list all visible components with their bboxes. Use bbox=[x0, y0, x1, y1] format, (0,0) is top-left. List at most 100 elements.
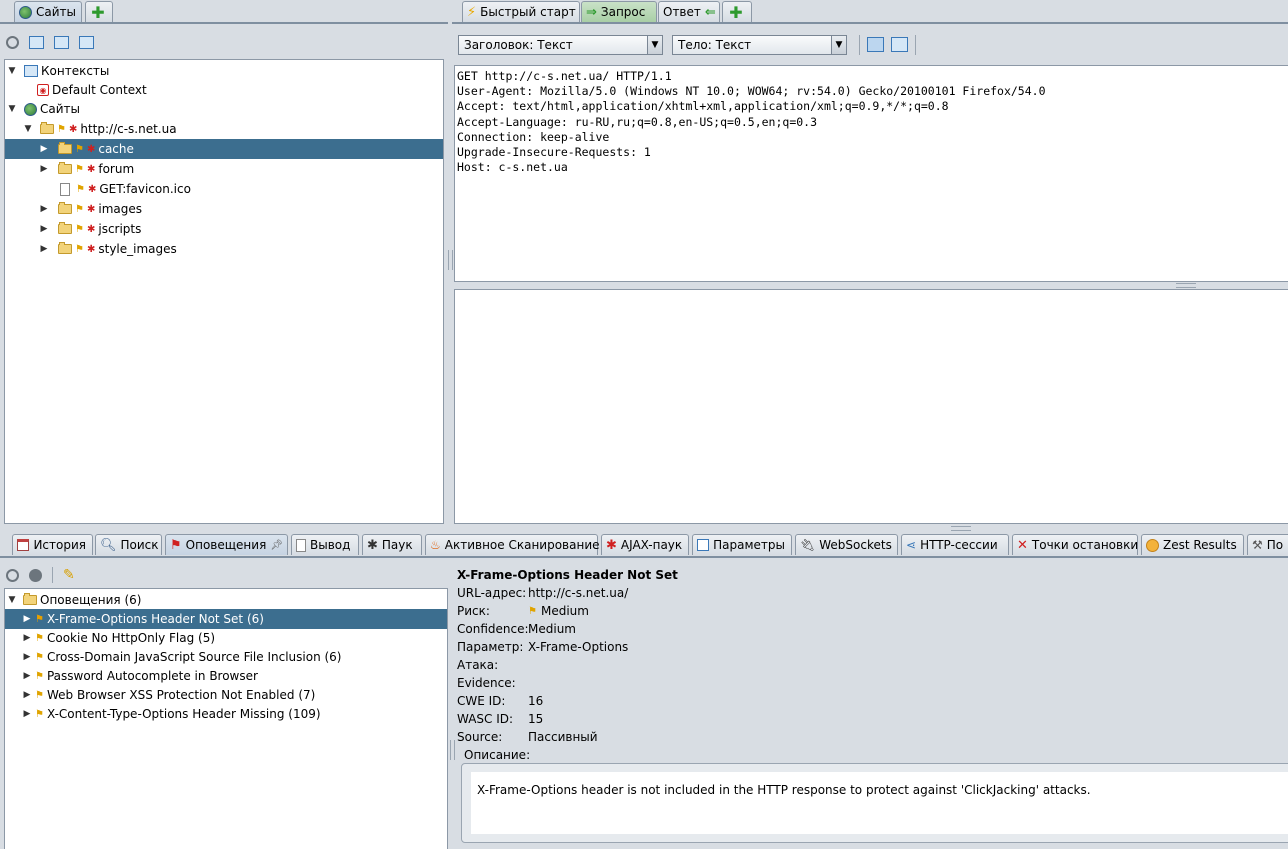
arrow-left-icon: ⇐ bbox=[704, 4, 716, 20]
expand-icon[interactable]: ▶ bbox=[22, 633, 32, 643]
tree-node-cache[interactable]: ▶ ⚑ ✱ cache bbox=[5, 139, 443, 159]
tree-sites[interactable]: ▼ Сайты bbox=[7, 99, 80, 119]
tab-http-sessions[interactable]: ⋖ HTTP-сессии bbox=[901, 534, 1009, 555]
plug-icon: 🔌︎ bbox=[800, 538, 816, 552]
new-context-icon[interactable] bbox=[29, 35, 44, 49]
expand-icon[interactable]: ▶ bbox=[39, 224, 49, 234]
tab-breakpoints[interactable]: ✕ Точки остановки bbox=[1012, 534, 1138, 555]
globe-filter-icon[interactable] bbox=[29, 568, 42, 582]
tab-request-label: Запрос bbox=[600, 5, 646, 19]
request-header-text[interactable]: GET http://c-s.net.ua/ HTTP/1.1 User-Age… bbox=[454, 65, 1288, 282]
tab-request[interactable]: ⇒ Запрос bbox=[581, 1, 657, 22]
alert-item[interactable]: ▶ ⚑ Password Autocomplete in Browser bbox=[5, 666, 258, 686]
alert-item-label: Password Autocomplete in Browser bbox=[46, 669, 258, 683]
tree-host[interactable]: ▼ ⚑ ✱ http://c-s.net.ua bbox=[23, 119, 177, 139]
spider-icon: ✱ bbox=[86, 143, 96, 155]
alert-item[interactable]: ▶ ⚑ Cookie No HttpOnly Flag (5) bbox=[5, 628, 215, 648]
split-vertical-icon[interactable] bbox=[867, 37, 884, 52]
expand-icon[interactable]: ▶ bbox=[39, 144, 49, 154]
expand-icon[interactable]: ▶ bbox=[22, 652, 32, 662]
export-context-icon[interactable] bbox=[79, 35, 94, 49]
tab-ajax-spider[interactable]: ✱ AJAX-паук bbox=[601, 534, 689, 555]
expand-icon[interactable]: ▼ bbox=[7, 595, 17, 605]
node-label: images bbox=[98, 202, 142, 216]
expand-icon[interactable]: ▶ bbox=[22, 671, 32, 681]
horizontal-splitter[interactable] bbox=[951, 526, 971, 531]
alert-item[interactable]: ▶ ⚑ Web Browser XSS Protection Not Enabl… bbox=[5, 685, 316, 705]
alert-item[interactable]: ▶ ⚑ X-Content-Type-Options Header Missin… bbox=[5, 704, 321, 724]
request-body-text[interactable] bbox=[454, 289, 1288, 524]
tab-alerts[interactable]: ⚑ Оповещения 📌︎ bbox=[165, 534, 288, 555]
tree-node-forum[interactable]: ▶ ⚑ ✱ forum bbox=[5, 159, 134, 179]
tab-zest-results[interactable]: Zest Results bbox=[1141, 534, 1244, 555]
body-view-label: Тело: Текст bbox=[678, 38, 752, 52]
expand-icon[interactable]: ▶ bbox=[39, 204, 49, 214]
folder-icon bbox=[58, 222, 72, 234]
expand-icon[interactable]: ▶ bbox=[22, 614, 32, 624]
request-line: Accept-Language: ru-RU,ru;q=0.8,en-US;q=… bbox=[457, 114, 818, 129]
import-context-icon[interactable] bbox=[54, 35, 69, 49]
expand-icon[interactable]: ▶ bbox=[39, 164, 49, 174]
host-label: http://c-s.net.ua bbox=[80, 122, 177, 136]
expand-icon[interactable]: ▼ bbox=[23, 124, 33, 134]
pin-icon[interactable]: 📌︎ bbox=[270, 540, 283, 551]
expand-icon[interactable]: ▶ bbox=[22, 709, 32, 719]
folder-icon bbox=[58, 162, 72, 174]
red-spider-icon: ✱ bbox=[606, 537, 617, 553]
tree-node-jscripts[interactable]: ▶ ⚑ ✱ jscripts bbox=[5, 219, 141, 239]
tab-response-label: Ответ bbox=[663, 5, 701, 19]
tab-quick-start-label: Быстрый старт bbox=[480, 5, 576, 19]
alert-item-label: Web Browser XSS Protection Not Enabled (… bbox=[46, 688, 316, 702]
add-tab-button[interactable]: ✚ bbox=[85, 1, 113, 22]
body-view-select[interactable]: Тело: Текст ▼ bbox=[672, 35, 847, 55]
flag-icon: ⚑ bbox=[75, 223, 84, 235]
tree-contexts[interactable]: ▼ Контексты bbox=[7, 61, 110, 81]
flag-icon: ⚑ bbox=[75, 163, 84, 175]
tab-spider[interactable]: ✱ Паук bbox=[362, 534, 422, 555]
calendar-icon bbox=[17, 539, 30, 551]
tree-node-images[interactable]: ▶ ⚑ ✱ images bbox=[5, 199, 142, 219]
red-flag-icon: ⚑ bbox=[170, 537, 182, 553]
red-x-icon: ✕ bbox=[1017, 537, 1028, 553]
options-icon[interactable] bbox=[6, 568, 19, 582]
field-value-wasc: 15 bbox=[528, 712, 544, 726]
tab-sites-label: Сайты bbox=[36, 5, 76, 19]
split-horizontal-icon[interactable] bbox=[891, 37, 908, 52]
options-icon[interactable] bbox=[6, 35, 19, 49]
alert-item[interactable]: ▶ ⚑ X-Frame-Options Header Not Set (6) bbox=[5, 609, 447, 629]
expand-icon[interactable]: ▶ bbox=[22, 690, 32, 700]
add-tab-button-right[interactable]: ✚ bbox=[722, 1, 752, 22]
alert-item[interactable]: ▶ ⚑ Cross-Domain JavaScript Source File … bbox=[5, 647, 342, 667]
tab-search[interactable]: 🔍︎ Поиск bbox=[95, 534, 162, 555]
vertical-splitter[interactable] bbox=[450, 740, 455, 760]
contexts-icon bbox=[24, 65, 38, 77]
tab-more[interactable]: ⚒ По bbox=[1247, 534, 1288, 555]
field-label: CWE ID: bbox=[457, 694, 506, 708]
tab-active-scan[interactable]: ♨ Активное Сканирование bbox=[425, 534, 600, 555]
flag-icon: ⚑ bbox=[35, 651, 44, 663]
vertical-splitter[interactable] bbox=[448, 250, 453, 270]
flag-icon: ⚑ bbox=[35, 632, 44, 644]
horizontal-splitter[interactable] bbox=[1176, 283, 1196, 288]
header-view-select[interactable]: Заголовок: Текст ▼ bbox=[458, 35, 663, 55]
expand-icon[interactable]: ▼ bbox=[7, 66, 17, 76]
expand-icon[interactable]: ▶ bbox=[39, 244, 49, 254]
edit-icon[interactable]: ✎ bbox=[63, 567, 75, 583]
expand-icon[interactable]: ▼ bbox=[7, 104, 17, 114]
tab-history-label: История bbox=[33, 538, 86, 552]
folder-icon bbox=[58, 202, 72, 214]
alerts-root[interactable]: ▼ Оповещения (6) bbox=[7, 590, 141, 610]
tab-websockets[interactable]: 🔌︎ WebSockets bbox=[795, 534, 898, 555]
tab-params[interactable]: Параметры bbox=[692, 534, 792, 555]
tree-default-context[interactable]: ◉ Default Context bbox=[37, 80, 147, 100]
sites-label: Сайты bbox=[40, 102, 80, 116]
tree-node-favicon[interactable]: ⚑ ✱ GET:favicon.ico bbox=[5, 179, 191, 199]
tab-response[interactable]: Ответ ⇐ bbox=[658, 1, 720, 22]
tree-node-style-images[interactable]: ▶ ⚑ ✱ style_images bbox=[5, 239, 177, 259]
tab-output[interactable]: Вывод bbox=[291, 534, 359, 555]
node-label: GET:favicon.ico bbox=[99, 182, 191, 196]
tab-history[interactable]: История bbox=[12, 534, 93, 555]
tab-sites[interactable]: Сайты bbox=[14, 1, 82, 22]
tab-quick-start[interactable]: ⚡ Быстрый старт bbox=[462, 1, 580, 22]
description-text[interactable]: X-Frame-Options header is not included i… bbox=[471, 772, 1288, 834]
